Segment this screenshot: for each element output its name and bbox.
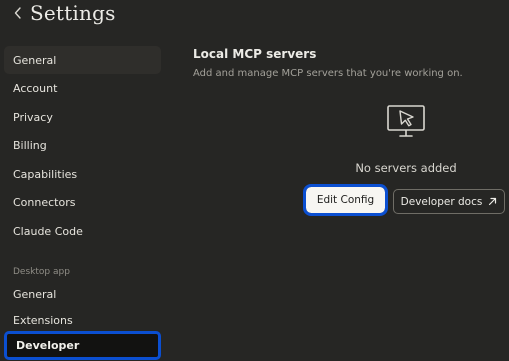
sidebar-item-label: Account xyxy=(13,81,58,95)
sidebar-item-label: General xyxy=(13,53,57,67)
sidebar-item-privacy[interactable]: Privacy xyxy=(4,103,161,131)
page-title: Settings xyxy=(30,1,116,25)
sidebar-item-label: Billing xyxy=(13,138,47,152)
sidebar-item-label: Connectors xyxy=(13,195,76,209)
sidebar-item-desktop-general[interactable]: General xyxy=(4,280,161,308)
sidebar-section-desktop-app: Desktop app xyxy=(13,267,70,277)
sidebar-item-label: Privacy xyxy=(13,110,53,124)
section-subtitle: Add and manage MCP servers that you're w… xyxy=(193,68,463,79)
monitor-cursor-icon xyxy=(387,105,425,137)
sidebar-item-capabilities[interactable]: Capabilities xyxy=(4,160,161,188)
sidebar-item-account[interactable]: Account xyxy=(4,74,161,102)
sidebar-item-label: General xyxy=(13,287,57,301)
developer-docs-label: Developer docs xyxy=(400,195,483,208)
sidebar-item-billing[interactable]: Billing xyxy=(4,131,161,159)
sidebar-item-extensions[interactable]: Extensions xyxy=(4,306,161,334)
sidebar-item-developer[interactable]: Developer xyxy=(4,331,161,360)
sidebar-item-claude-code[interactable]: Claude Code xyxy=(4,217,161,245)
sidebar-item-general[interactable]: General xyxy=(4,46,161,74)
arrow-up-right-icon xyxy=(489,197,497,206)
chevron-left-icon xyxy=(14,7,21,19)
page-header: Settings xyxy=(12,0,116,26)
back-button[interactable] xyxy=(12,3,24,23)
empty-state-text: No servers added xyxy=(355,161,457,175)
edit-config-button[interactable]: Edit Config xyxy=(303,184,388,216)
edit-config-label: Edit Config xyxy=(316,194,375,206)
developer-docs-button[interactable]: Developer docs xyxy=(393,189,505,214)
section-title: Local MCP servers xyxy=(193,47,317,61)
sidebar-item-connectors[interactable]: Connectors xyxy=(4,188,161,216)
sidebar-item-label: Extensions xyxy=(13,313,73,327)
settings-page: Settings General Account Privacy Billing… xyxy=(0,0,509,361)
sidebar-item-label: Capabilities xyxy=(13,167,78,181)
sidebar-item-label: Claude Code xyxy=(13,224,83,238)
sidebar-item-label: Developer xyxy=(16,339,80,352)
